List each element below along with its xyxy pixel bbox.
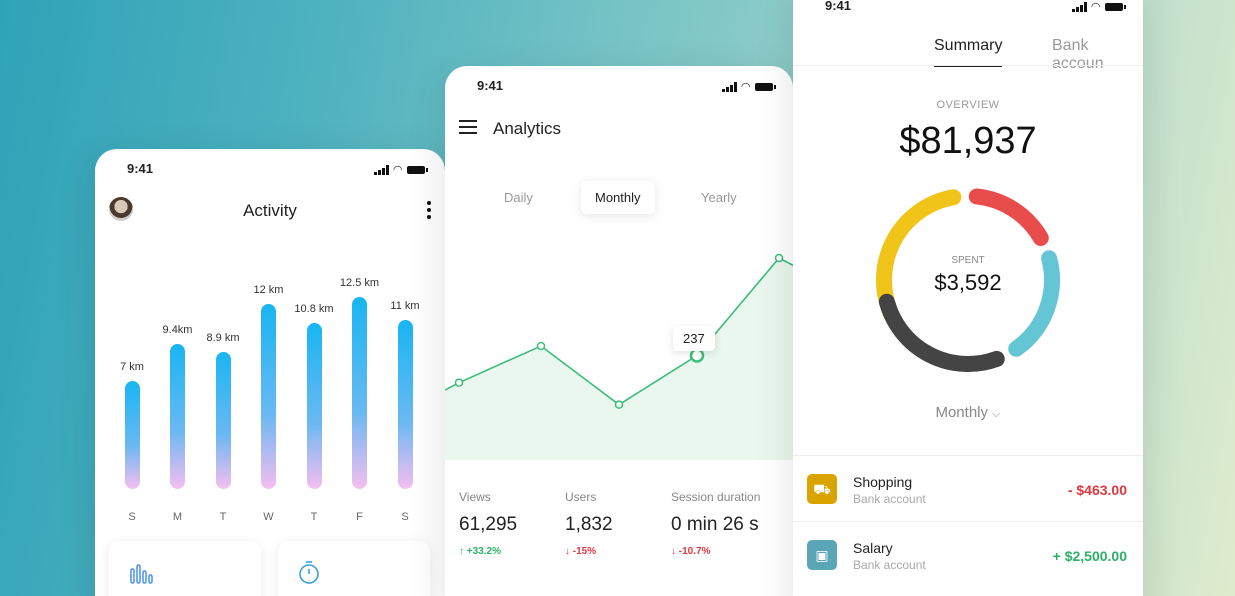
transaction-account: Bank account: [853, 492, 926, 506]
summary-screen: 9:41 ◠ Summary Bank accoun OVERVIEW $81,…: [793, 0, 1143, 596]
line-area: [445, 258, 793, 460]
line-point: [614, 400, 624, 409]
line-point: [774, 253, 784, 263]
tabs-divider: [793, 65, 1143, 66]
stat-value: 1,832: [565, 514, 613, 535]
transaction-name: Shopping: [853, 474, 913, 490]
activity-bar: [170, 344, 185, 489]
stat-users: Users 1,832 ↓ -15%: [565, 490, 613, 557]
segment-monthly[interactable]: Monthly: [581, 181, 655, 214]
bar-value-label: 8.9 km: [206, 332, 240, 345]
hamburger-menu-icon[interactable]: [459, 120, 477, 134]
activity-bar: [397, 319, 413, 489]
day-label: F: [356, 511, 363, 523]
day-label: T: [219, 511, 227, 523]
tab-summary[interactable]: Summary: [934, 37, 1003, 67]
signal-icon: [721, 81, 737, 92]
bar-value-label: 11 km: [390, 299, 420, 312]
timer-card[interactable]: [278, 541, 430, 596]
stat-label: Users: [565, 490, 597, 504]
bar-chart-icon: [130, 564, 153, 584]
tab-bank-account[interactable]: Bank accoun: [1052, 37, 1143, 73]
stat-change: ↓ -10.7%: [671, 546, 711, 557]
status-bar: 9:41 ◠: [793, 0, 1143, 20]
activity-bar: [352, 296, 367, 489]
transaction-row[interactable]: ⛟ Shopping Bank account - $463.00: [793, 455, 1143, 521]
stat-session-duration: Session duration 0 min 26 s ↓ -10.7%: [671, 490, 760, 557]
transaction-name: Salary: [853, 540, 893, 556]
status-time: 9:41: [825, 0, 852, 13]
line-point: [689, 348, 705, 363]
overview-label: OVERVIEW: [936, 99, 1000, 111]
stat-value: 61,295: [459, 514, 518, 535]
bar-value-label: 12 km: [253, 284, 284, 297]
stat-change: ↑ +33.2%: [459, 546, 501, 557]
spent-label: SPENT: [951, 255, 985, 266]
transaction-amount: - $463.00: [1067, 482, 1127, 498]
day-label: W: [263, 511, 274, 523]
page-title: Analytics: [493, 119, 562, 138]
activity-bar: [124, 381, 140, 489]
day-label: M: [172, 511, 183, 523]
briefcase-icon: ▣: [807, 540, 837, 570]
transaction-amount: + $2,500.00: [1052, 548, 1127, 564]
status-time: 9:41: [477, 78, 504, 93]
bar-value-label: 10.8 km: [294, 302, 334, 315]
stat-views: Views 61,295 ↑ +33.2%: [459, 490, 517, 557]
chevron-down-icon: ⌵: [992, 408, 1001, 420]
transaction-account: Bank account: [853, 558, 926, 572]
stats-card[interactable]: [109, 541, 261, 596]
line-point: [536, 341, 546, 351]
stat-change: ↓ -15%: [565, 546, 597, 557]
chart-tooltip: 237: [673, 326, 715, 351]
arrow-up-icon: ↑: [459, 546, 467, 557]
activity-bar: [261, 304, 276, 489]
day-label: S: [128, 511, 136, 523]
spent-value: $3,592: [934, 270, 1002, 295]
battery-icon: [1105, 2, 1126, 11]
donut-segment: [878, 293, 1005, 372]
activity-screen: 9:41 ◠ Activity 7 km S 9.4km M 8.9 km T 12 km W…: [95, 149, 445, 596]
activity-bar: [306, 322, 322, 489]
analytics-screen: 9:41 ◠ Analytics Daily Monthly Yearly 23…: [445, 66, 793, 596]
activity-bar: [215, 352, 231, 489]
period-select[interactable]: Monthly ⌵: [793, 404, 1143, 421]
stat-label: Session duration: [671, 490, 761, 504]
day-label: T: [310, 511, 318, 523]
transaction-row[interactable]: ▣ Salary Bank account + $2,500.00: [793, 521, 1143, 587]
battery-icon: [755, 82, 776, 91]
total-balance: $81,937: [899, 120, 1037, 162]
stats-row: Views 61,295 ↑ +33.2% Users 1,832 ↓ -15%…: [445, 460, 793, 590]
status-icons: ◠: [721, 80, 776, 93]
wifi-icon: ◠: [741, 81, 750, 93]
stat-value: 0 min 26 s: [671, 514, 759, 535]
bar-value-label: 7 km: [120, 361, 144, 374]
signal-icon: [1071, 1, 1087, 12]
arrow-down-icon: ↓: [565, 546, 573, 557]
wifi-icon: ◠: [1091, 1, 1100, 13]
shopping-cart-icon: ⛟: [807, 474, 837, 504]
bar-value-label: 12.5 km: [339, 276, 380, 289]
status-bar: 9:41 ◠: [445, 66, 793, 106]
status-icons: ◠: [1071, 0, 1126, 13]
activity-bar-chart: 7 km S 9.4km M 8.9 km T 12 km W 10.8 km T 12.5 km F…: [95, 149, 445, 549]
donut-segment: [968, 188, 1049, 246]
line-point: [454, 378, 464, 387]
day-label: S: [401, 511, 409, 523]
segment-daily[interactable]: Daily: [504, 190, 533, 205]
views-line-chart: [445, 253, 793, 460]
segment-yearly[interactable]: Yearly: [701, 190, 737, 205]
stopwatch-icon: [299, 561, 319, 584]
stat-label: Views: [459, 490, 491, 504]
arrow-down-icon: ↓: [671, 546, 679, 557]
